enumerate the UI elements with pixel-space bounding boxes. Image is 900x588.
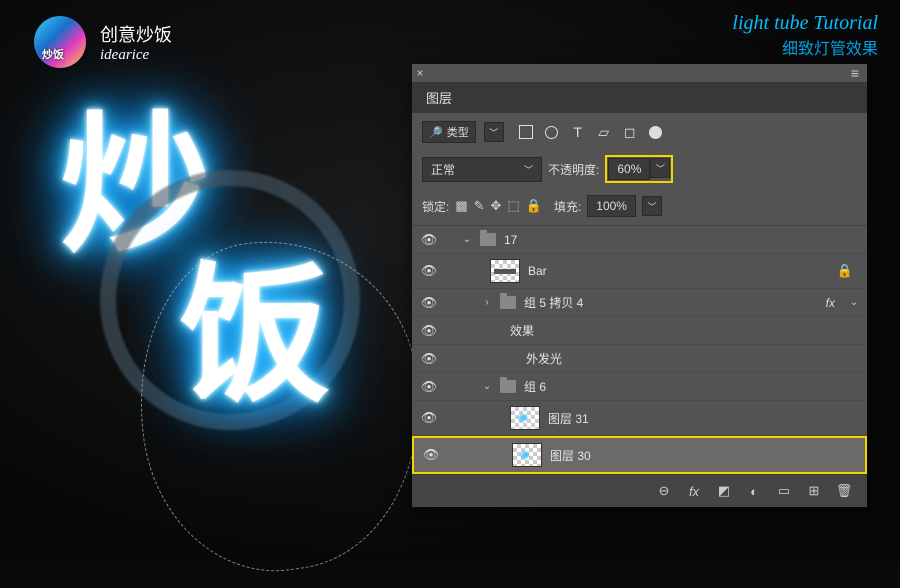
brand-header: 创意炒饭 idearice (34, 16, 172, 68)
panel-footer: ⊖ fx ◩ ◐ ▭ ⊞ 🗑 (412, 474, 867, 507)
group-row-5copy4[interactable]: 👁 › 组 5 拷贝 4 fx ⌄ (412, 289, 867, 317)
layer-name: 图层 31 (548, 410, 589, 427)
filter-toggle-icon[interactable] (648, 124, 664, 140)
brand-text: 创意炒饭 idearice (100, 21, 172, 64)
filter-type-icon[interactable]: T (570, 124, 586, 140)
fx-name: 外发光 (526, 350, 562, 367)
expand-caret[interactable]: › (482, 297, 492, 308)
layer-row-bar[interactable]: 👁 Bar 🔒 (412, 254, 867, 289)
layer-filter-type[interactable]: 🔎 类型 (422, 121, 476, 143)
fill-dropdown[interactable]: ﹀ (642, 196, 662, 216)
collapse-caret[interactable]: ⌄ (462, 234, 472, 245)
chevron-down-icon: ﹀ (524, 163, 533, 176)
folder-icon (500, 380, 516, 393)
blend-row: 正常 ﹀ 不透明度: 60% ﹀ (412, 151, 867, 191)
lock-label: 锁定: (422, 198, 449, 215)
filter-label: 类型 (447, 124, 469, 140)
layer-tree: 👁 ⌄ 17 👁 Bar 🔒 👁 › 组 5 拷贝 4 fx ⌄ 👁 效果 (412, 226, 867, 474)
blend-mode-value: 正常 (431, 161, 455, 178)
filter-pixel-icon[interactable] (518, 124, 534, 140)
layer-name: 组 6 (524, 378, 546, 395)
blend-mode-select[interactable]: 正常 ﹀ (422, 157, 542, 182)
new-layer-icon[interactable]: ⊞ (805, 483, 823, 499)
fx-row-effects[interactable]: 👁 效果 (412, 317, 867, 345)
chevron-down-icon: ﹀ (647, 200, 656, 213)
brand-name-cn: 创意炒饭 (100, 21, 172, 47)
folder-icon (480, 233, 496, 246)
layer-thumbnail (490, 259, 520, 283)
fill-input[interactable]: 100% (587, 195, 636, 217)
visibility-toggle[interactable]: 👁 (420, 351, 438, 367)
lock-position-icon[interactable]: ✥ (491, 198, 502, 214)
filter-smart-icon[interactable]: ◻ (622, 124, 638, 140)
layer-name: 图层 30 (550, 447, 591, 464)
fill-value: 100% (596, 199, 627, 213)
visibility-toggle[interactable]: 👁 (420, 295, 438, 311)
opacity-input[interactable]: 60% (608, 158, 650, 180)
filter-shape-icon[interactable]: ▱ (596, 124, 612, 140)
layer-row-31[interactable]: 👁 图层 31 (412, 401, 867, 436)
fx-badge[interactable]: fx (826, 296, 841, 310)
tutorial-title-en: light tube Tutorial (732, 12, 878, 35)
layer-mask-icon[interactable]: ◩ (715, 483, 733, 499)
tutorial-title-cn: 细致灯管效果 (732, 35, 878, 59)
visibility-toggle[interactable]: 👁 (420, 263, 438, 279)
layer-name: 组 5 拷贝 4 (524, 294, 583, 311)
layer-style-icon[interactable]: fx (685, 484, 703, 499)
panel-title: 图层 (412, 82, 867, 113)
lock-artboard-icon[interactable]: ⬚ (507, 198, 519, 214)
layer-name: Bar (528, 264, 547, 278)
fx-row-outerglow[interactable]: 👁 外发光 (412, 345, 867, 373)
brand-logo (34, 16, 86, 68)
collapse-caret[interactable]: ⌄ (482, 381, 492, 392)
tutorial-title: light tube Tutorial 细致灯管效果 (732, 12, 878, 59)
brand-name-en: idearice (100, 47, 172, 64)
filter-dropdown[interactable]: ﹀ (484, 122, 504, 142)
group-row-6[interactable]: 👁 ⌄ 组 6 (412, 373, 867, 401)
fill-label: 填充: (554, 198, 581, 215)
visibility-toggle[interactable]: 👁 (420, 323, 438, 339)
layer-thumbnail (510, 406, 540, 430)
folder-icon (500, 296, 516, 309)
layer-row-30-selected[interactable]: 👁 图层 30 (412, 436, 867, 474)
artwork-preview: 炒 饭 (60, 110, 400, 490)
opacity-label: 不透明度: (548, 161, 599, 178)
filter-icons: T ▱ ◻ (518, 124, 664, 140)
lock-brush-icon[interactable]: ✎ (474, 198, 485, 214)
lock-transparency-icon[interactable]: ▩ (455, 198, 467, 214)
lock-icon[interactable]: 🔒 (837, 263, 859, 279)
chevron-down-icon: ﹀ (489, 126, 498, 139)
visibility-toggle[interactable]: 👁 (420, 379, 438, 395)
layer-thumbnail (512, 443, 542, 467)
opacity-value: 60% (617, 162, 641, 176)
visibility-toggle[interactable]: 👁 (420, 410, 438, 426)
group-row-17[interactable]: 👁 ⌄ 17 (412, 226, 867, 254)
link-layers-icon[interactable]: ⊖ (655, 483, 673, 499)
lock-row: 锁定: ▩ ✎ ✥ ⬚ 🔒 填充: 100% ﹀ (412, 191, 867, 226)
lock-all-icon[interactable]: 🔒 (526, 198, 542, 214)
visibility-toggle[interactable]: 👁 (420, 232, 438, 248)
opacity-dropdown[interactable]: ﹀ (650, 158, 670, 178)
panel-tab-bar: × ≡ (412, 64, 867, 82)
chevron-down-icon: ﹀ (656, 162, 665, 175)
neon-char-2: 饭 (180, 260, 320, 410)
layer-name: 17 (504, 233, 517, 247)
visibility-toggle[interactable]: 👁 (422, 447, 440, 463)
opacity-highlight: 60% ﹀ (605, 155, 673, 183)
search-icon: 🔎 (429, 126, 443, 139)
adjustment-layer-icon[interactable]: ◐ (745, 484, 763, 499)
panel-menu-icon[interactable]: ≡ (843, 65, 867, 81)
fx-caret[interactable]: ⌄ (849, 297, 859, 308)
layers-panel: × ≡ 图层 🔎 类型 ﹀ T ▱ ◻ 正常 ﹀ 不透明度: 60% ﹀ (412, 64, 867, 507)
close-icon[interactable]: × (412, 66, 428, 80)
delete-layer-icon[interactable]: 🗑 (835, 483, 853, 499)
filter-adjustment-icon[interactable] (544, 124, 560, 140)
new-group-icon[interactable]: ▭ (775, 483, 793, 499)
fx-label: 效果 (510, 322, 534, 339)
filter-toolbar: 🔎 类型 ﹀ T ▱ ◻ (412, 113, 867, 151)
